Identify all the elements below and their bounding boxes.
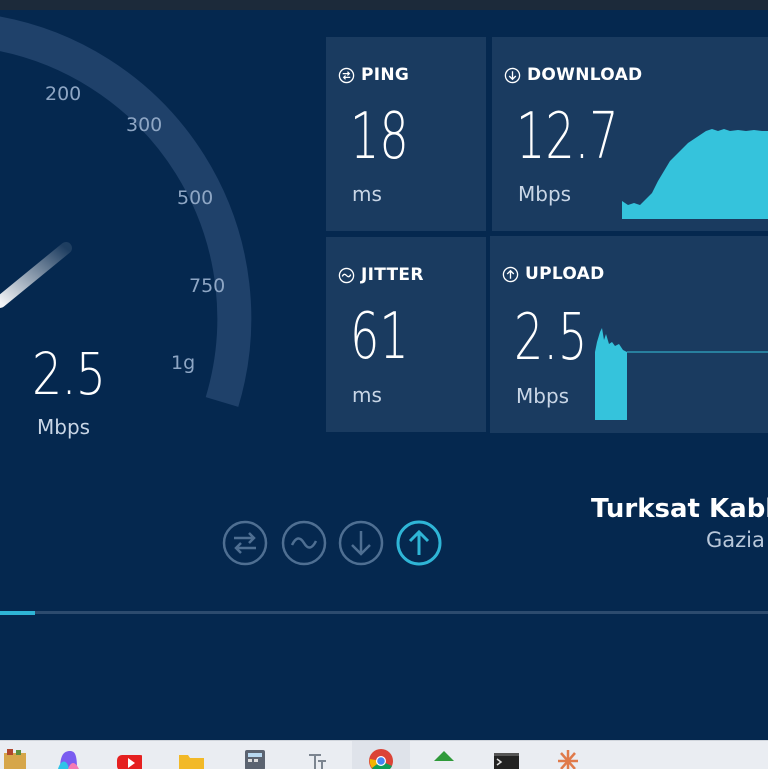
gauge-speed-unit: Mbps	[37, 415, 91, 439]
jitter-unit: ms	[352, 383, 382, 407]
ping-card: PING 18 ms	[326, 37, 486, 231]
gauge-tick-label: 200	[45, 83, 82, 105]
gauge-tick-label: 1g	[171, 352, 196, 374]
gauge-tick-label: 300	[126, 114, 163, 136]
gauge-needle	[0, 242, 72, 308]
upload-title: UPLOAD	[502, 264, 605, 284]
download-unit: Mbps	[518, 182, 572, 206]
jitter-step-icon	[281, 520, 327, 566]
copilot-icon[interactable]	[55, 747, 81, 769]
asterisk-app-icon[interactable]	[555, 747, 581, 769]
fonts-icon[interactable]	[304, 747, 330, 769]
taskbar	[0, 740, 768, 769]
jitter-card: JITTER 61 ms	[326, 237, 486, 432]
provider-name: Turksat Kablo	[591, 494, 768, 524]
upload-card: UPLOAD 2.5 Mbps	[490, 236, 768, 433]
download-card: DOWNLOAD 12.7 Mbps	[492, 37, 768, 231]
provider-location: Gazia	[706, 528, 765, 552]
chrome-icon[interactable]	[368, 747, 394, 769]
folder-icon[interactable]	[178, 747, 204, 769]
download-label: DOWNLOAD	[527, 65, 643, 85]
download-graph	[622, 129, 768, 219]
test-progress-track	[0, 611, 768, 614]
calculator-icon[interactable]	[242, 747, 268, 769]
youtube-icon[interactable]	[116, 747, 142, 769]
upload-step-icon	[396, 520, 442, 566]
ping-icon	[338, 67, 355, 83]
upload-icon	[502, 266, 519, 282]
upload-value: 2.5	[514, 301, 588, 375]
arrow-app-icon[interactable]	[431, 747, 457, 769]
terminal-icon[interactable]	[493, 747, 519, 769]
ping-title: PING	[338, 65, 409, 85]
test-progress-fill	[0, 611, 35, 615]
gauge-speed-value: 2.5	[32, 340, 106, 408]
download-icon	[504, 67, 521, 83]
jitter-icon	[338, 267, 355, 283]
speed-gauge: 200 300 500 750 1g 2.5 Mbps	[0, 10, 330, 450]
upload-unit: Mbps	[516, 384, 570, 408]
download-step-icon	[338, 520, 384, 566]
download-title: DOWNLOAD	[504, 65, 642, 85]
ping-step-icon	[222, 520, 268, 566]
download-value: 12.7	[516, 100, 619, 174]
ping-label: PING	[361, 65, 410, 85]
upload-label: UPLOAD	[525, 264, 605, 284]
ping-unit: ms	[352, 182, 382, 206]
upload-graph	[595, 328, 768, 420]
jitter-value: 61	[350, 300, 409, 374]
window-top-bar	[0, 0, 768, 10]
file-explorer-icon[interactable]	[2, 747, 28, 769]
jitter-label: JITTER	[361, 265, 424, 285]
gauge-tick-label: 750	[189, 275, 226, 297]
gauge-tick-label: 500	[177, 187, 214, 209]
jitter-title: JITTER	[338, 265, 424, 285]
ping-value: 18	[350, 100, 409, 174]
